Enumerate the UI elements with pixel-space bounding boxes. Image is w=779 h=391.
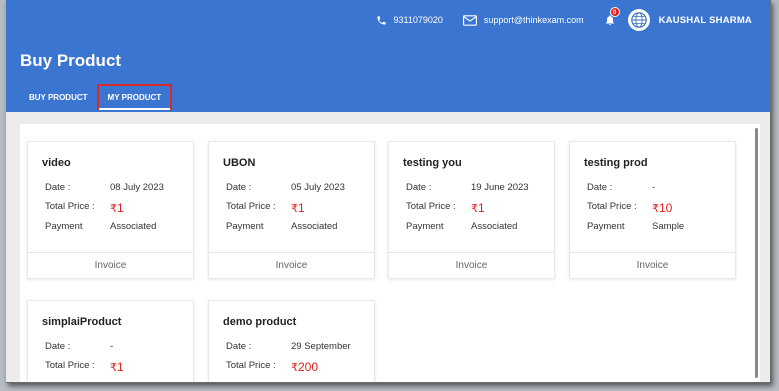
product-card: testing prod Date : - Total Price : ₹10 … bbox=[569, 141, 736, 279]
price-amount: 1 bbox=[117, 201, 124, 215]
invoice-button[interactable]: Invoice bbox=[28, 252, 193, 278]
phone-contact[interactable]: 9311079020 bbox=[376, 15, 443, 26]
tab-my-product-label: MY PRODUCT bbox=[107, 92, 162, 102]
payment-label: Payment bbox=[226, 221, 264, 232]
product-list: video Date : 08 July 2023 Total Price : … bbox=[20, 124, 760, 382]
date-value: 29 September bbox=[291, 341, 351, 352]
price-amount: 1 bbox=[478, 201, 485, 215]
header: 9311079020 support@thinkexam.com 0 KAUSH… bbox=[6, 0, 770, 112]
tab-bar: BUY PRODUCT MY PRODUCT bbox=[20, 84, 173, 110]
notifications-button[interactable]: 0 bbox=[604, 7, 620, 26]
phone-icon bbox=[376, 15, 386, 25]
total-price-label: Total Price : bbox=[226, 360, 276, 371]
tab-active-indicator bbox=[98, 108, 171, 110]
tab-my-product[interactable]: MY PRODUCT bbox=[96, 84, 173, 110]
total-price-label: Total Price : bbox=[587, 201, 637, 212]
price-amount: 1 bbox=[117, 360, 124, 374]
price-amount: 10 bbox=[659, 201, 673, 215]
mail-icon bbox=[462, 14, 477, 26]
rupee-icon: ₹ bbox=[471, 203, 478, 215]
payment-label: Payment bbox=[406, 221, 444, 232]
price-value: ₹200 bbox=[291, 360, 318, 374]
avatar[interactable] bbox=[627, 9, 650, 31]
price-value: ₹1 bbox=[471, 201, 485, 215]
date-label: Date : bbox=[226, 182, 252, 193]
top-bar: 9311079020 support@thinkexam.com 0 KAUSH… bbox=[376, 0, 770, 40]
app-window: 9311079020 support@thinkexam.com 0 KAUSH… bbox=[6, 0, 771, 383]
product-card: simplaiProduct Date : - Total Price : ₹1 bbox=[27, 300, 194, 382]
tab-buy-product[interactable]: BUY PRODUCT bbox=[20, 84, 97, 110]
invoice-button[interactable]: Invoice bbox=[570, 252, 735, 278]
date-label: Date : bbox=[587, 182, 613, 193]
support-email: support@thinkexam.com bbox=[483, 15, 584, 25]
scrollbar[interactable] bbox=[755, 128, 758, 378]
payment-label: Payment bbox=[45, 221, 83, 232]
total-price-label: Total Price : bbox=[406, 201, 456, 212]
invoice-button[interactable]: Invoice bbox=[209, 252, 374, 278]
phone-number: 9311079020 bbox=[393, 15, 443, 25]
product-name: testing prod bbox=[584, 157, 648, 169]
total-price-label: Total Price : bbox=[45, 201, 95, 212]
payment-value: Sample bbox=[652, 221, 685, 232]
notification-badge: 0 bbox=[609, 7, 620, 17]
price-amount: 200 bbox=[298, 360, 319, 374]
product-name: testing you bbox=[403, 157, 462, 169]
date-value: 08 July 2023 bbox=[110, 182, 164, 193]
product-card: demo product Date : 29 September Total P… bbox=[208, 300, 375, 382]
payment-value: Associated bbox=[291, 221, 338, 232]
product-name: UBON bbox=[223, 157, 256, 169]
product-name: simplaiProduct bbox=[42, 316, 122, 328]
price-amount: 1 bbox=[298, 201, 305, 215]
globe-logo-icon bbox=[630, 12, 647, 28]
price-value: ₹1 bbox=[110, 201, 124, 215]
date-label: Date : bbox=[45, 182, 71, 193]
product-name: demo product bbox=[223, 316, 297, 328]
user-name[interactable]: KAUSHAL SHARMA bbox=[659, 15, 752, 26]
product-card: testing you Date : 19 June 2023 Total Pr… bbox=[388, 141, 555, 279]
page-title: Buy Product bbox=[20, 51, 122, 70]
product-card: UBON Date : 05 July 2023 Total Price : ₹… bbox=[208, 141, 375, 279]
date-value: 05 July 2023 bbox=[291, 182, 345, 193]
rupee-icon: ₹ bbox=[110, 203, 117, 215]
price-value: ₹1 bbox=[110, 360, 124, 374]
date-value: 19 June 2023 bbox=[471, 182, 529, 193]
invoice-button[interactable]: Invoice bbox=[389, 252, 554, 278]
total-price-label: Total Price : bbox=[45, 360, 95, 371]
price-value: ₹10 bbox=[652, 201, 672, 215]
date-value: - bbox=[652, 182, 656, 193]
payment-label: Payment bbox=[587, 221, 625, 232]
date-label: Date : bbox=[226, 341, 252, 352]
rupee-icon: ₹ bbox=[291, 203, 298, 215]
date-label: Date : bbox=[45, 341, 71, 352]
product-name: video bbox=[42, 157, 71, 169]
payment-value: Associated bbox=[471, 221, 518, 232]
date-label: Date : bbox=[406, 182, 432, 193]
rupee-icon: ₹ bbox=[110, 362, 117, 374]
product-card: video Date : 08 July 2023 Total Price : … bbox=[27, 141, 194, 279]
email-contact[interactable]: support@thinkexam.com bbox=[462, 14, 584, 26]
payment-value: Associated bbox=[110, 221, 157, 232]
rupee-icon: ₹ bbox=[291, 362, 298, 374]
total-price-label: Total Price : bbox=[226, 201, 276, 212]
rupee-icon: ₹ bbox=[652, 203, 659, 215]
price-value: ₹1 bbox=[291, 201, 305, 215]
date-value: - bbox=[110, 341, 114, 352]
